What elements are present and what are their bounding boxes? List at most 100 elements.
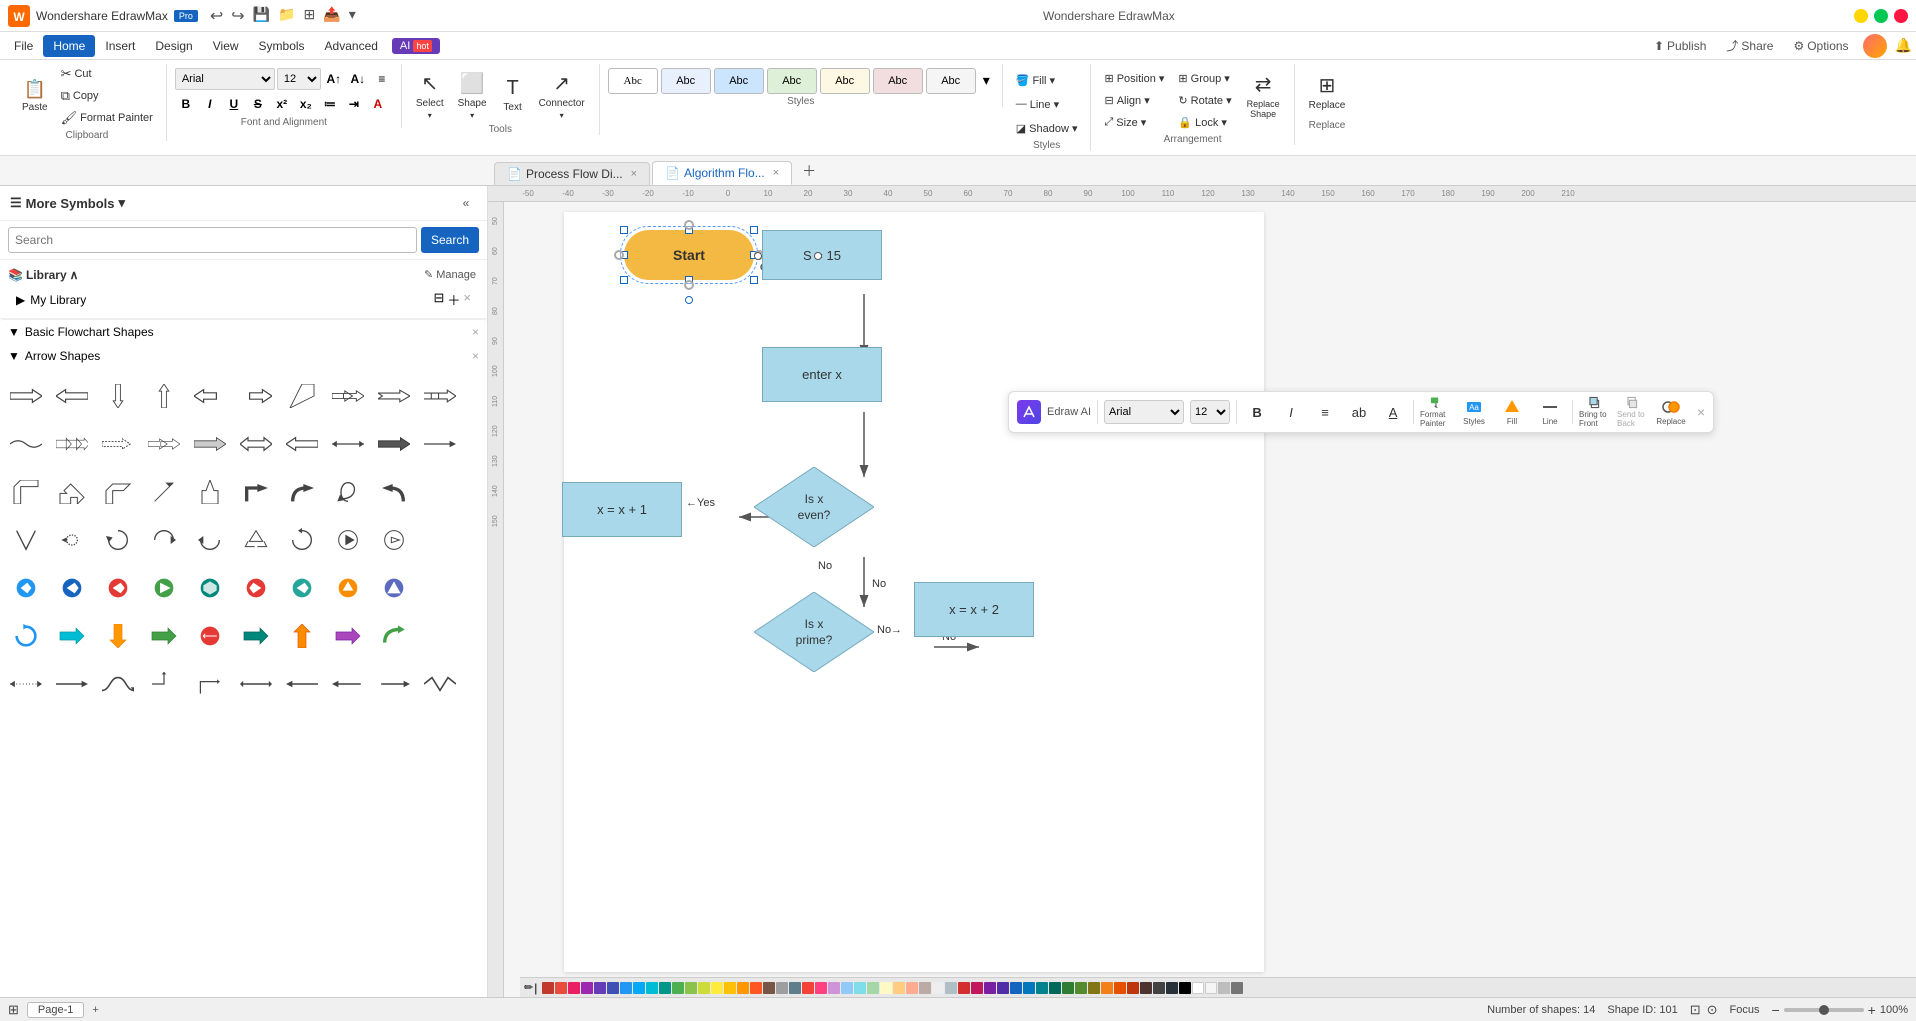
color-cyan-light[interactable] bbox=[854, 982, 866, 994]
style-cell-6[interactable]: Abc bbox=[873, 68, 923, 94]
up-arrow-item[interactable] bbox=[188, 470, 232, 514]
style-cell-7[interactable]: Abc bbox=[926, 68, 976, 94]
elbow-item[interactable] bbox=[188, 662, 232, 706]
font-size-select[interactable]: 12 bbox=[277, 68, 321, 90]
half-circle-item[interactable] bbox=[142, 518, 186, 562]
arrow-shapes-close[interactable]: × bbox=[472, 349, 479, 363]
arrow-up-item[interactable] bbox=[142, 374, 186, 418]
half-circle2-item[interactable] bbox=[188, 518, 232, 562]
style-cell-3[interactable]: Abc bbox=[714, 68, 764, 94]
arrow-left2-item[interactable] bbox=[188, 374, 232, 418]
list-btn[interactable]: ≔ bbox=[319, 93, 341, 115]
color-red-dark[interactable] bbox=[542, 982, 554, 994]
replace-btn[interactable]: ⊞ Replace bbox=[1303, 64, 1352, 118]
curved-arrow-item[interactable] bbox=[4, 422, 48, 466]
color-amber[interactable] bbox=[724, 982, 736, 994]
color-orange-light[interactable] bbox=[893, 982, 905, 994]
menu-view[interactable]: View bbox=[203, 35, 249, 57]
color-blue[interactable] bbox=[620, 982, 632, 994]
strikethrough-btn[interactable]: S bbox=[247, 93, 269, 115]
color-green-light[interactable] bbox=[867, 982, 879, 994]
position-btn[interactable]: ⊞ Position ▾ bbox=[1099, 68, 1169, 88]
color-green-dark[interactable] bbox=[1062, 982, 1074, 994]
purple-item[interactable] bbox=[326, 614, 370, 658]
zoom-in-btn[interactable]: + bbox=[1868, 1002, 1876, 1018]
ft-font-select[interactable]: Arial bbox=[1104, 400, 1184, 424]
arrow-right-item[interactable] bbox=[4, 374, 48, 418]
undo-btn[interactable]: ↩ bbox=[210, 6, 223, 26]
triple-arrow-item[interactable] bbox=[50, 422, 94, 466]
font-family-select[interactable]: Arial bbox=[175, 68, 275, 90]
my-lib-add-btn[interactable]: ＋ bbox=[447, 290, 460, 309]
conn-top[interactable] bbox=[684, 220, 694, 230]
blue-circle-arrow-item[interactable] bbox=[4, 566, 48, 610]
x1-shape[interactable]: x = x + 1 bbox=[562, 482, 682, 537]
color-green[interactable] bbox=[672, 982, 684, 994]
color-indigo[interactable] bbox=[607, 982, 619, 994]
ft-replace-btn[interactable]: Replace bbox=[1655, 396, 1687, 428]
s-curve-item[interactable] bbox=[96, 662, 140, 706]
circle-right-item[interactable] bbox=[372, 518, 416, 562]
left-arrow-filled-item[interactable] bbox=[280, 662, 324, 706]
color-orange-dark[interactable] bbox=[1114, 982, 1126, 994]
menu-design[interactable]: Design bbox=[145, 35, 202, 57]
right-arrow-item[interactable] bbox=[188, 422, 232, 466]
arrow-right-blue-item[interactable] bbox=[50, 662, 94, 706]
style-cell-5[interactable]: Abc bbox=[820, 68, 870, 94]
ft-italic-btn[interactable]: I bbox=[1277, 398, 1305, 426]
turn-arrow-item[interactable] bbox=[50, 470, 94, 514]
arrow-down-item[interactable] bbox=[96, 374, 140, 418]
size-btn[interactable]: ⤢ Size ▾ bbox=[1099, 112, 1169, 132]
zoom-thumb[interactable] bbox=[1819, 1005, 1829, 1015]
tab-process-flow[interactable]: 📄 Process Flow Di... × bbox=[494, 162, 650, 185]
right-small-item[interactable] bbox=[372, 662, 416, 706]
red-back-item[interactable] bbox=[234, 566, 278, 610]
text-btn[interactable]: T Text bbox=[495, 68, 531, 122]
up-right-arrow-item[interactable] bbox=[4, 470, 48, 514]
color-grey[interactable] bbox=[776, 982, 788, 994]
blue-spin-item[interactable] bbox=[4, 614, 48, 658]
style-cell-4[interactable]: Abc bbox=[767, 68, 817, 94]
search-button[interactable]: Search bbox=[421, 227, 479, 253]
color-purple-dark[interactable] bbox=[984, 982, 996, 994]
color-lime[interactable] bbox=[698, 982, 710, 994]
copy-btn[interactable]: ⧉ Copy bbox=[56, 86, 158, 106]
style-cell-1[interactable]: Abc bbox=[608, 68, 658, 94]
color-blue-grey[interactable] bbox=[789, 982, 801, 994]
align-btn[interactable]: ≡ bbox=[371, 68, 393, 90]
rotate-arrow-item[interactable] bbox=[96, 518, 140, 562]
green-right-item[interactable] bbox=[142, 614, 186, 658]
library-toggle[interactable]: 📚 Library ∧ bbox=[8, 268, 78, 282]
arrow-notched-item[interactable] bbox=[372, 374, 416, 418]
color-deep-purple-dark[interactable] bbox=[997, 982, 1009, 994]
diagonal-arrow-item[interactable] bbox=[142, 470, 186, 514]
color-amber-dark[interactable] bbox=[1101, 982, 1113, 994]
arrow-shapes-section[interactable]: ▼ Arrow Shapes × bbox=[0, 344, 487, 368]
color-brown[interactable] bbox=[763, 982, 775, 994]
color-cyan[interactable] bbox=[646, 982, 658, 994]
arrow-up-right-item[interactable] bbox=[280, 374, 324, 418]
page-1-tab[interactable]: Page-1 bbox=[27, 1002, 84, 1018]
superscript-btn[interactable]: x² bbox=[271, 93, 293, 115]
color-light-green-dark[interactable] bbox=[1075, 982, 1087, 994]
double-arrow-horiz-item[interactable] bbox=[234, 422, 278, 466]
options-btn[interactable]: ⚙ Options bbox=[1787, 36, 1854, 56]
handle-tr[interactable] bbox=[750, 226, 758, 234]
ft-format-painter-btn[interactable]: Format Painter bbox=[1420, 396, 1452, 428]
bold-btn[interactable]: B bbox=[175, 93, 197, 115]
teal-right-item[interactable] bbox=[280, 566, 324, 610]
isprime-shape[interactable]: Is x prime? bbox=[754, 592, 874, 672]
focus-label[interactable]: Focus bbox=[1730, 1004, 1760, 1016]
styles-expand-btn[interactable]: ▾ bbox=[979, 68, 994, 94]
search-input[interactable] bbox=[8, 227, 417, 253]
curve-right-item[interactable] bbox=[280, 470, 324, 514]
long-arrow-item[interactable] bbox=[418, 422, 462, 466]
color-deep-orange[interactable] bbox=[750, 982, 762, 994]
color-blue-light[interactable] bbox=[841, 982, 853, 994]
color-bar-pen-icon[interactable]: ✏ bbox=[524, 981, 533, 994]
zoom-out-btn[interactable]: − bbox=[1771, 1002, 1779, 1018]
blue-triangle-item[interactable] bbox=[372, 566, 416, 610]
lock-btn[interactable]: 🔒 Lock ▾ bbox=[1173, 112, 1236, 132]
zoom-slider[interactable] bbox=[1784, 1008, 1864, 1012]
italic-btn[interactable]: I bbox=[199, 93, 221, 115]
